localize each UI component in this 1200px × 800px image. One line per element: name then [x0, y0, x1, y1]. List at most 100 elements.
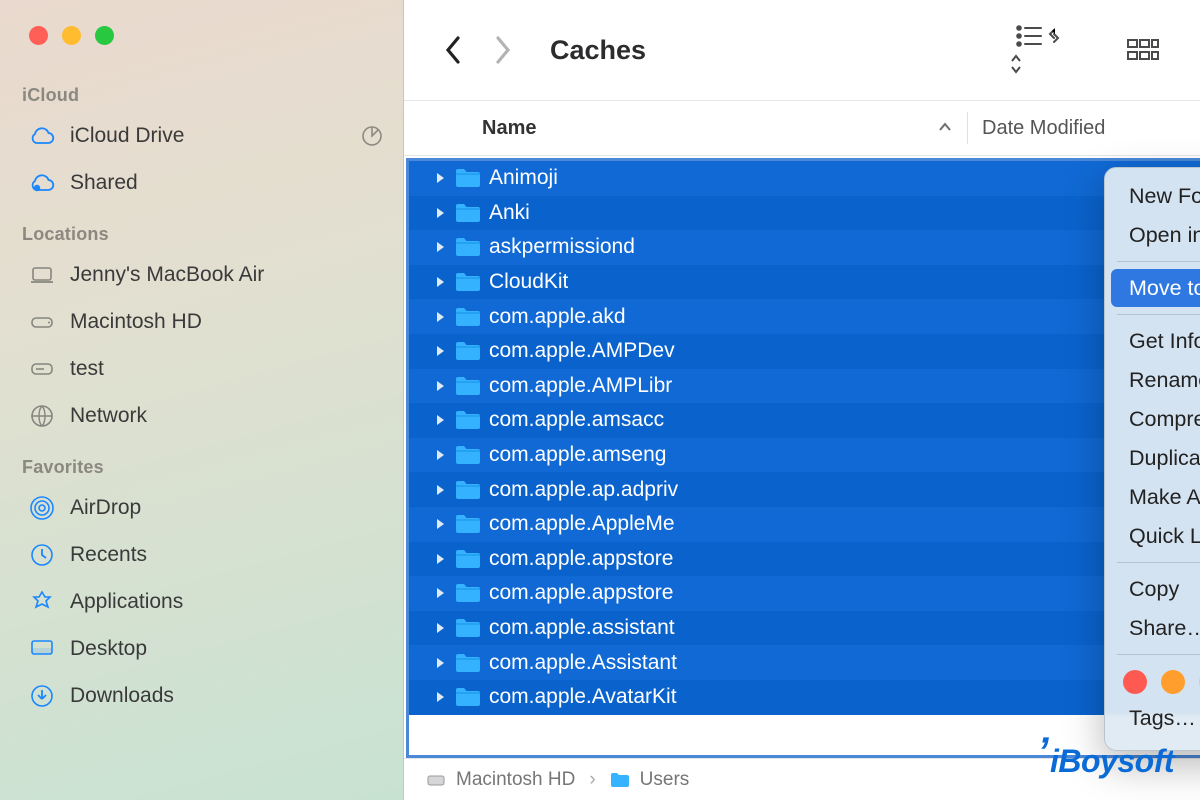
menu-item[interactable]: Make Alias: [1111, 478, 1200, 516]
laptop-icon: [28, 265, 56, 285]
menu-item[interactable]: Share…: [1111, 609, 1200, 647]
menu-item[interactable]: Open in New Tabs: [1111, 216, 1200, 254]
file-row[interactable]: askpermissiond: [409, 230, 1200, 265]
folder-icon: [455, 479, 481, 501]
file-row[interactable]: com.apple.AMPLibr: [409, 369, 1200, 404]
disclosure-triangle-icon[interactable]: [435, 276, 447, 288]
menu-item[interactable]: Compress: [1111, 400, 1200, 438]
sidebar-item-recents[interactable]: Recents: [22, 531, 403, 578]
sidebar-item-desktop[interactable]: Desktop: [22, 625, 403, 672]
sidebar-item-label: AirDrop: [70, 496, 141, 520]
file-list[interactable]: AnimojiAnkiaskpermissiondCloudKitcom.app…: [409, 161, 1200, 755]
file-row[interactable]: com.apple.assistant: [409, 611, 1200, 646]
menu-item[interactable]: Quick Look: [1111, 517, 1200, 555]
file-row[interactable]: com.apple.akd: [409, 299, 1200, 334]
file-row[interactable]: com.apple.ap.adpriv: [409, 472, 1200, 507]
zoom-window-button[interactable]: [95, 26, 114, 45]
file-name: com.apple.appstore: [489, 547, 673, 571]
menu-item[interactable]: Copy: [1111, 570, 1200, 608]
disclosure-triangle-icon[interactable]: [435, 380, 447, 392]
close-window-button[interactable]: [29, 26, 48, 45]
file-row[interactable]: com.apple.Assistant: [409, 645, 1200, 680]
watermark-text: iBoysoft: [1050, 743, 1174, 780]
context-menu[interactable]: New Folder with Selection (16 Items)Open…: [1104, 167, 1200, 751]
file-name: com.apple.amsacc: [489, 408, 664, 432]
disclosure-triangle-icon[interactable]: [435, 449, 447, 461]
file-row[interactable]: com.apple.amsacc: [409, 403, 1200, 438]
sort-indicator-icon[interactable]: [937, 120, 953, 136]
disclosure-triangle-icon[interactable]: [435, 241, 447, 253]
list-view-button[interactable]: [1014, 22, 1062, 78]
sidebar-heading: Favorites: [22, 457, 403, 478]
file-row[interactable]: com.apple.appstore: [409, 576, 1200, 611]
sidebar-item-label: test: [70, 357, 104, 381]
menu-item[interactable]: Get Info: [1111, 322, 1200, 360]
group-view-button[interactable]: [1126, 37, 1160, 63]
disclosure-triangle-icon[interactable]: [435, 414, 447, 426]
disclosure-triangle-icon[interactable]: [435, 172, 447, 184]
file-row[interactable]: com.apple.appstore: [409, 542, 1200, 577]
sidebar-item-downloads[interactable]: Downloads: [22, 672, 403, 719]
column-date-label: Date Modified: [982, 117, 1105, 139]
tag-color[interactable]: [1123, 670, 1147, 694]
menu-item-tags[interactable]: Tags…: [1111, 699, 1200, 737]
disclosure-triangle-icon[interactable]: [435, 518, 447, 530]
sidebar-item-applications[interactable]: Applications: [22, 578, 403, 625]
sidebar-item-macintosh-hd[interactable]: Macintosh HD: [22, 298, 403, 345]
file-row[interactable]: com.apple.AvatarKit: [409, 680, 1200, 715]
path-disk-label: Macintosh HD: [456, 769, 575, 791]
sidebar-item-shared[interactable]: Shared: [22, 159, 403, 206]
disclosure-triangle-icon[interactable]: [435, 345, 447, 357]
menu-item[interactable]: Rename…: [1111, 361, 1200, 399]
sidebar-item-jenny-macbook[interactable]: Jenny's MacBook Air: [22, 251, 403, 298]
disclosure-triangle-icon[interactable]: [435, 207, 447, 219]
file-row[interactable]: Anki: [409, 196, 1200, 231]
file-row[interactable]: Animoji: [409, 161, 1200, 196]
menu-separator: [1117, 562, 1200, 563]
sidebar-heading: Locations: [22, 224, 403, 245]
folder-icon: [455, 617, 481, 639]
disclosure-triangle-icon[interactable]: [435, 587, 447, 599]
menu-separator: [1117, 261, 1200, 262]
menu-item[interactable]: New Folder with Selection (16 Items): [1111, 177, 1200, 215]
sidebar-item-icloud-drive[interactable]: iCloud Drive: [22, 112, 403, 159]
file-row[interactable]: CloudKit: [409, 265, 1200, 300]
column-date[interactable]: Date Modified: [968, 117, 1200, 140]
folder-icon: [455, 306, 481, 328]
sidebar-section-icloud: iCloud iCloud Drive Shared: [0, 67, 403, 206]
disclosure-triangle-icon[interactable]: [435, 622, 447, 634]
folder-icon: [455, 375, 481, 397]
menu-item[interactable]: Move to Trash: [1111, 269, 1200, 307]
column-header: Name Date Modified: [404, 100, 1200, 156]
main-pane: Caches N: [404, 0, 1200, 800]
folder-icon: [455, 548, 481, 570]
disclosure-triangle-icon[interactable]: [435, 691, 447, 703]
menu-item[interactable]: Duplicate: [1111, 439, 1200, 477]
disclosure-triangle-icon[interactable]: [435, 657, 447, 669]
disclosure-triangle-icon[interactable]: [435, 311, 447, 323]
forward-button[interactable]: [494, 32, 516, 68]
column-name[interactable]: Name: [404, 117, 937, 140]
airdrop-icon: [28, 496, 56, 520]
tag-color[interactable]: [1161, 670, 1185, 694]
sidebar-item-test[interactable]: test: [22, 345, 403, 392]
menu-separator: [1117, 654, 1200, 655]
file-row[interactable]: com.apple.AMPDev: [409, 334, 1200, 369]
folder-icon: [455, 513, 481, 535]
folder-icon: [455, 340, 481, 362]
file-name: com.apple.AMPLibr: [489, 374, 672, 398]
minimize-window-button[interactable]: [62, 26, 81, 45]
traffic-lights: [0, 26, 403, 67]
harddisk-icon: [28, 312, 56, 332]
file-row[interactable]: com.apple.AppleMe: [409, 507, 1200, 542]
toolbar: Caches: [404, 0, 1200, 100]
folder-icon: [455, 167, 481, 189]
sidebar-item-airdrop[interactable]: AirDrop: [22, 484, 403, 531]
disclosure-triangle-icon[interactable]: [435, 484, 447, 496]
file-row[interactable]: com.apple.amseng: [409, 438, 1200, 473]
disclosure-triangle-icon[interactable]: [435, 553, 447, 565]
back-button[interactable]: [444, 32, 466, 68]
sidebar-item-network[interactable]: Network: [22, 392, 403, 439]
file-name: com.apple.AvatarKit: [489, 685, 677, 709]
file-name: com.apple.AMPDev: [489, 339, 675, 363]
